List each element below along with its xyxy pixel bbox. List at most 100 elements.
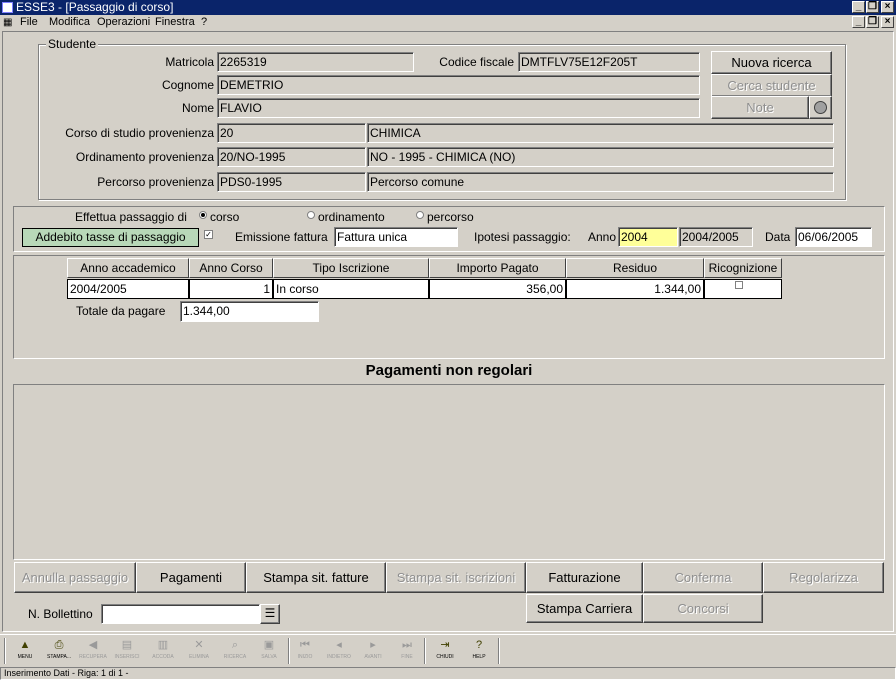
- header-importo-pagato[interactable]: Importo Pagato: [429, 258, 566, 278]
- anno-label: Anno: [588, 230, 617, 244]
- help-icon: ?: [475, 639, 483, 651]
- toolbar-stampa-button[interactable]: ⎙ STAMPA...: [42, 637, 76, 665]
- data-label: Data: [765, 230, 791, 244]
- minimize-icon[interactable]: _: [852, 1, 865, 13]
- salva-icon: ▣: [263, 639, 275, 651]
- last-icon: ⏭: [402, 639, 412, 651]
- cell-anno-corso[interactable]: 1: [189, 279, 273, 299]
- ordinamento-code-field[interactable]: 20/NO-1995: [217, 147, 366, 167]
- anno-field[interactable]: 2004: [618, 227, 678, 247]
- corso-desc-field[interactable]: CHIMICA: [367, 123, 834, 143]
- menu-operazioni[interactable]: Operazioni: [97, 15, 150, 30]
- nome-label: Nome: [181, 101, 214, 115]
- ricerca-icon: ⌕: [231, 639, 239, 651]
- menu-finestra[interactable]: Finestra: [155, 15, 195, 30]
- toolbar-accoda-button[interactable]: ▥ ACCODA: [146, 637, 180, 665]
- cell-ricognizione[interactable]: [704, 279, 782, 299]
- maximize-icon[interactable]: ❐: [866, 1, 879, 13]
- addebito-tasse-checkbox[interactable]: ✓: [204, 230, 213, 239]
- app-icon: [2, 2, 13, 13]
- n-bollettino-field[interactable]: [101, 604, 260, 624]
- toolbar-avanti-button[interactable]: ▸ AVANTI: [356, 637, 390, 665]
- codice-fiscale-label: Codice fiscale: [439, 55, 514, 69]
- percorso-desc-field[interactable]: Percorso comune: [367, 172, 834, 192]
- corso-code-field[interactable]: 20: [217, 123, 366, 143]
- application-window: ESSE3 - [Passaggio di corso] _ ❐ × ▦ Fil…: [0, 0, 896, 680]
- stampa-sit-iscrizioni-button[interactable]: Stampa sit. iscrizioni: [386, 562, 526, 593]
- regolarizza-button[interactable]: Regolarizza: [763, 562, 884, 593]
- window-title: ESSE3 - [Passaggio di corso]: [16, 0, 174, 14]
- mdi-minimize-icon[interactable]: _: [852, 16, 865, 28]
- menu-modifica[interactable]: Modifica: [49, 15, 90, 30]
- toolbar-recupera-button[interactable]: ◀ RECUPERA: [76, 637, 110, 665]
- conferma-button[interactable]: Conferma: [643, 562, 763, 593]
- nuova-ricerca-button[interactable]: Nuova ricerca: [711, 51, 832, 74]
- cognome-field[interactable]: DEMETRIO: [217, 75, 700, 95]
- toolbar-chiudi-button[interactable]: ⇥ CHIUDI: [428, 637, 462, 665]
- pagamenti-non-regolari-title: Pagamenti non regolari: [365, 362, 533, 379]
- header-residuo[interactable]: Residuo: [566, 258, 704, 278]
- nome-field[interactable]: FLAVIO: [217, 98, 700, 118]
- menu-help[interactable]: ?: [201, 15, 207, 30]
- note-indicator-button[interactable]: [809, 96, 832, 119]
- toolbar-menu-button[interactable]: ▲ MENU: [8, 637, 42, 665]
- pagamenti-non-regolari-area[interactable]: [13, 384, 885, 560]
- radio-percorso-label: percorso: [427, 210, 474, 224]
- matricola-field[interactable]: 2265319: [217, 52, 414, 72]
- toolbar-indietro-button[interactable]: ◂ INDIETRO: [322, 637, 356, 665]
- toolbar-fine-button[interactable]: ⏭ FINE: [390, 637, 424, 665]
- header-tipo-iscrizione[interactable]: Tipo Iscrizione: [273, 258, 429, 278]
- totale-da-pagare-label: Totale da pagare: [76, 304, 166, 318]
- stampa-carriera-button[interactable]: Stampa Carriera: [526, 594, 643, 623]
- status-bar: Inserimento Dati - Riga: 1 di 1 -: [0, 667, 896, 680]
- ricognizione-checkbox[interactable]: [735, 281, 743, 289]
- annulla-passaggio-button[interactable]: Annulla passaggio: [14, 562, 136, 593]
- radio-ordinamento[interactable]: [307, 211, 315, 219]
- mdi-restore-icon[interactable]: ❐: [866, 16, 879, 28]
- header-ricognizione[interactable]: Ricognizione: [704, 258, 782, 278]
- next-icon: ▸: [370, 639, 376, 651]
- cognome-label: Cognome: [161, 78, 214, 92]
- radio-percorso[interactable]: [416, 211, 424, 219]
- cell-anno-accademico[interactable]: 2004/2005: [67, 279, 189, 299]
- cell-tipo-iscrizione[interactable]: In corso: [273, 279, 429, 299]
- menu-bar: ▦ File Modifica Operazioni Finestra ?: [0, 15, 896, 30]
- mdi-close-icon[interactable]: ×: [881, 16, 894, 28]
- toolbar-inserisci-button[interactable]: ▤ INSERISCI: [110, 637, 144, 665]
- mdi-doc-icon[interactable]: ▦: [3, 15, 12, 30]
- matricola-label: Matricola: [165, 55, 214, 69]
- header-anno-corso[interactable]: Anno Corso: [189, 258, 273, 278]
- toolbar-elimina-button[interactable]: ✕ ELIMINA: [182, 637, 216, 665]
- recupera-icon: ◀: [88, 639, 98, 651]
- bollettino-lookup-icon[interactable]: ☰: [260, 604, 280, 624]
- previous-icon: ◂: [336, 639, 342, 651]
- cell-residuo[interactable]: 1.344,00: [566, 279, 704, 299]
- emissione-fattura-label: Emissione fattura: [235, 230, 328, 244]
- ordinamento-desc-field[interactable]: NO - 1995 - CHIMICA (NO): [367, 147, 834, 167]
- data-field[interactable]: 06/06/2005: [795, 227, 872, 247]
- stampa-sit-fatture-button[interactable]: Stampa sit. fatture: [246, 562, 386, 593]
- header-anno-accademico[interactable]: Anno accademico: [67, 258, 189, 278]
- toolbar-ricerca-button[interactable]: ⌕ RICERCA: [218, 637, 252, 665]
- studente-legend: Studente: [46, 37, 99, 51]
- cerca-studente-button[interactable]: Cerca studente: [711, 74, 832, 97]
- concorsi-button[interactable]: Concorsi: [643, 594, 763, 623]
- codice-fiscale-field[interactable]: DMTFLV75E12F205T: [518, 52, 700, 72]
- fatturazione-button[interactable]: Fatturazione: [526, 562, 643, 593]
- toolbar-help-button[interactable]: ? HELP: [462, 637, 496, 665]
- corso-provenienza-label: Corso di studio provenienza: [65, 126, 214, 140]
- toolbar-inizio-button[interactable]: ⏮ INIZIO: [288, 637, 322, 665]
- radio-corso[interactable]: [199, 211, 207, 219]
- percorso-provenienza-label: Percorso provenienza: [97, 175, 214, 189]
- note-button[interactable]: Note: [711, 96, 809, 119]
- toolbar-salva-button[interactable]: ▣ SALVA: [252, 637, 286, 665]
- close-icon[interactable]: ×: [881, 1, 894, 13]
- toolbar: ▲ MENU ⎙ STAMPA... ◀ RECUPERA ▤ INSERISCI ▥ A…: [0, 634, 896, 666]
- totale-da-pagare-field[interactable]: 1.344,00: [180, 301, 319, 322]
- cell-importo-pagato[interactable]: 356,00: [429, 279, 566, 299]
- percorso-code-field[interactable]: PDS0-1995: [217, 172, 366, 192]
- pagamenti-button[interactable]: Pagamenti: [136, 562, 246, 593]
- emissione-fattura-field[interactable]: Fattura unica: [334, 227, 458, 247]
- radio-corso-label: corso: [210, 210, 240, 224]
- menu-file[interactable]: File: [20, 15, 38, 30]
